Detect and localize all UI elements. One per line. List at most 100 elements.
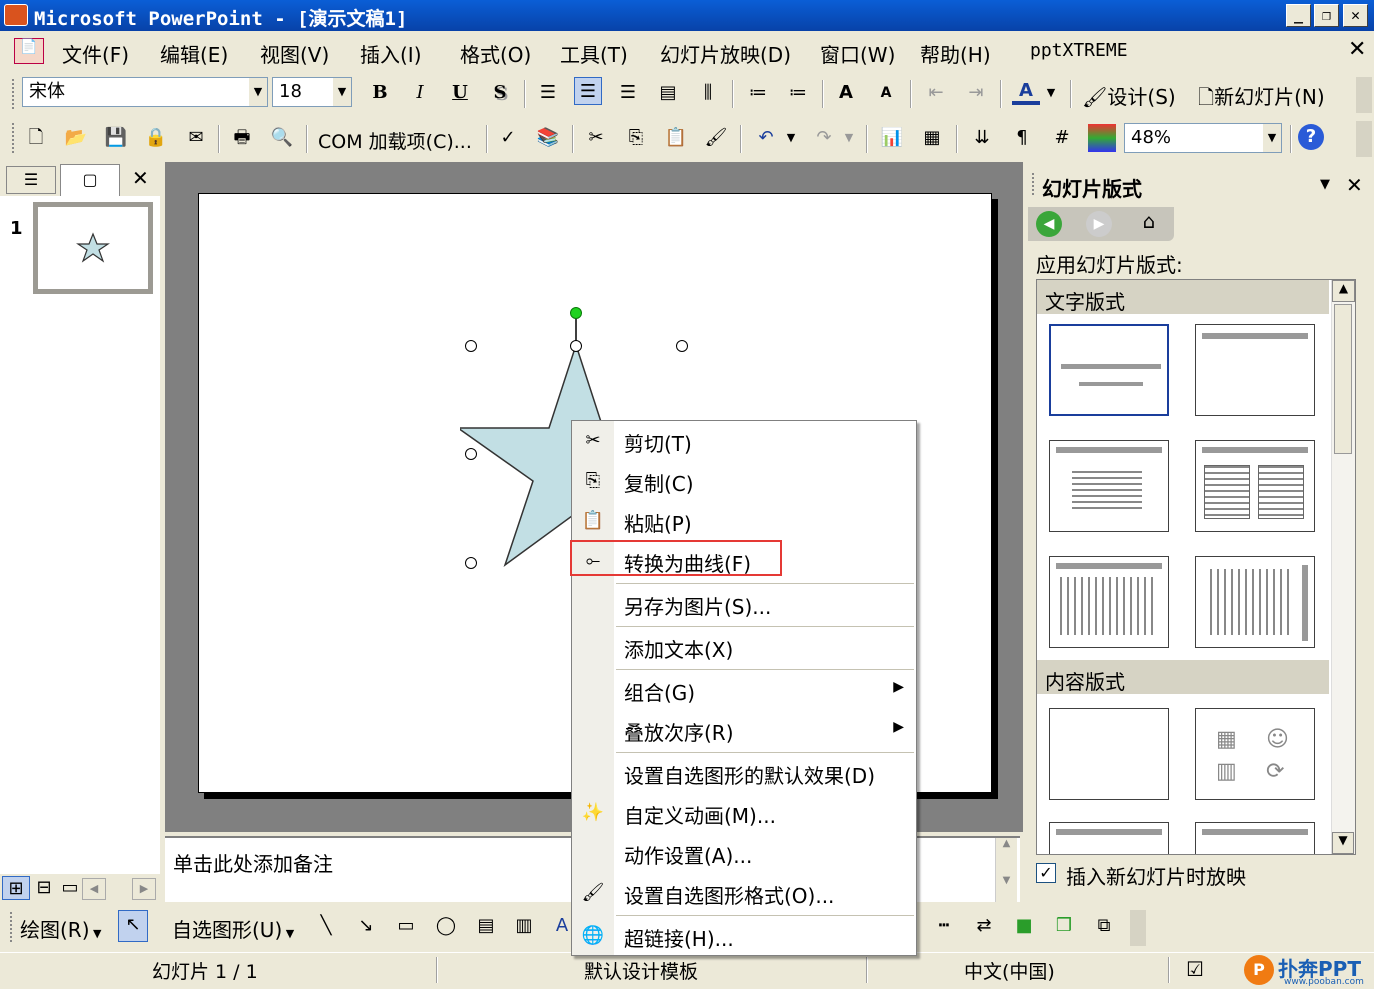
decrease-font-icon[interactable]: A: [872, 79, 900, 107]
scroll-down-icon[interactable]: ▼: [996, 875, 1017, 886]
layout-gallery[interactable]: 文字版式 内容版式 ▦ ☺ ▥ ⟳ ▲ ▼: [1036, 279, 1356, 855]
increase-font-icon[interactable]: A: [832, 79, 860, 107]
scroll-thumb[interactable]: [1334, 304, 1352, 454]
spelling-status-icon[interactable]: ☑: [1186, 957, 1204, 981]
textbox-icon[interactable]: ▤: [472, 912, 500, 940]
rectangle-icon[interactable]: ▭: [392, 912, 420, 940]
font-color-icon[interactable]: A: [1012, 77, 1040, 105]
layout-title-text[interactable]: [1049, 440, 1169, 532]
new-slide-button[interactable]: 🗋新幻灯片(N): [1198, 81, 1325, 117]
resize-handle[interactable]: [676, 340, 688, 352]
undo-icon[interactable]: ↶: [752, 124, 780, 152]
autoshapes-menu-button[interactable]: 自选图形(U) ▼: [172, 914, 294, 943]
powerpoint-app-icon[interactable]: [4, 4, 28, 26]
show-formatting-icon[interactable]: ¶: [1008, 124, 1036, 152]
layout-blank[interactable]: [1049, 708, 1169, 800]
expand-all-icon[interactable]: ⇊: [968, 124, 996, 152]
menu-item-format-autoshape[interactable]: 🖌 设置自选图形格式(O)...: [572, 874, 916, 912]
back-icon[interactable]: ◀: [1036, 211, 1062, 237]
menu-item-copy[interactable]: ⎘ 复制(C): [572, 462, 916, 500]
italic-button[interactable]: I: [406, 79, 434, 107]
scroll-left-icon[interactable]: ◀: [82, 878, 106, 900]
pane-grip[interactable]: [1032, 173, 1036, 195]
show-on-insert-checkbox[interactable]: ✓: [1036, 863, 1056, 883]
notes-scrollbar[interactable]: ▲ ▼: [995, 838, 1017, 902]
chevron-down-icon[interactable]: ▼: [782, 124, 800, 152]
shadow-button[interactable]: S: [486, 79, 514, 107]
resize-handle[interactable]: [465, 448, 477, 460]
menu-file[interactable]: 文件(F): [62, 39, 129, 68]
connector-icon[interactable]: ⧉: [1090, 912, 1118, 940]
resize-handle[interactable]: [570, 340, 582, 352]
copy-icon[interactable]: ⎘: [622, 124, 650, 152]
text-direction-icon[interactable]: ⫼: [694, 79, 722, 107]
research-icon[interactable]: 📚: [534, 124, 562, 152]
format-painter-icon[interactable]: 🖌: [702, 124, 730, 152]
resize-handle[interactable]: [465, 557, 477, 569]
layout-content[interactable]: ▦ ☺ ▥ ⟳: [1195, 708, 1315, 800]
layout-title-content[interactable]: [1049, 822, 1169, 854]
cut-icon[interactable]: ✂: [582, 124, 610, 152]
menu-item-order[interactable]: 叠放次序(R) ▶: [572, 711, 916, 749]
oval-icon[interactable]: ◯: [432, 912, 460, 940]
draw-menu-button[interactable]: 绘图(R) ▼: [20, 914, 101, 943]
slide-thumbnail[interactable]: [33, 202, 153, 294]
chevron-down-icon[interactable]: ▼: [1320, 177, 1330, 192]
restore-button[interactable]: ❐: [1314, 4, 1339, 27]
color-grayscale-icon[interactable]: [1088, 124, 1116, 152]
save-icon[interactable]: 💾: [102, 124, 130, 152]
chevron-down-icon[interactable]: ▼: [249, 78, 267, 106]
layout-title-slide[interactable]: [1049, 324, 1169, 416]
design-button[interactable]: 🖌设计(S): [1082, 81, 1176, 110]
menu-item-save-as-picture[interactable]: 另存为图片(S)...: [572, 585, 916, 623]
shadow-style-icon[interactable]: ■: [1010, 912, 1038, 940]
menu-item-action-settings[interactable]: 动作设置(A)...: [572, 834, 916, 872]
zoom-combo[interactable]: 48% ▼: [1124, 123, 1282, 153]
menu-tools[interactable]: 工具(T): [560, 39, 628, 68]
rotation-handle[interactable]: [570, 307, 582, 319]
permission-icon[interactable]: 🔒: [142, 124, 170, 152]
bold-button[interactable]: B: [366, 79, 394, 107]
dash-style-icon[interactable]: ┅: [930, 912, 958, 940]
close-button[interactable]: ✕: [1343, 4, 1368, 27]
underline-button[interactable]: U: [446, 79, 474, 107]
chart-icon[interactable]: 📊: [878, 124, 906, 152]
scroll-up-icon[interactable]: ▲: [1332, 280, 1355, 302]
grid-icon[interactable]: #: [1048, 124, 1076, 152]
outline-tab[interactable]: ☰: [6, 166, 56, 194]
chevron-down-icon[interactable]: ▼: [840, 124, 858, 152]
forward-icon[interactable]: ▶: [1086, 211, 1112, 237]
scroll-up-icon[interactable]: ▲: [996, 838, 1017, 849]
menu-item-set-default-effect[interactable]: 设置自选图形的默认效果(D): [572, 754, 916, 792]
select-arrow-icon[interactable]: ↖: [118, 910, 148, 942]
open-folder-icon[interactable]: 📂: [62, 124, 90, 152]
gallery-scrollbar[interactable]: ▲ ▼: [1331, 280, 1355, 854]
help-icon[interactable]: ?: [1298, 124, 1324, 150]
align-left-icon[interactable]: ☰: [534, 79, 562, 107]
layout-vertical-text[interactable]: [1049, 556, 1169, 648]
slideshow-view-icon[interactable]: ▭: [56, 876, 84, 900]
notes-placeholder[interactable]: 单击此处添加备注: [173, 848, 333, 877]
minimize-button[interactable]: _: [1286, 4, 1311, 27]
menu-item-paste[interactable]: 📋 粘贴(P): [572, 502, 916, 540]
menu-item-add-text[interactable]: 添加文本(X): [572, 628, 916, 666]
slides-tab[interactable]: ▢: [60, 164, 120, 196]
toolbar-options-icon[interactable]: [1356, 121, 1372, 157]
new-document-icon[interactable]: 🗋: [22, 124, 50, 152]
com-addins-button[interactable]: COM 加载项(C)...: [318, 127, 472, 154]
decrease-indent-icon[interactable]: ⇤: [922, 79, 950, 107]
chevron-down-icon[interactable]: ▼: [333, 78, 351, 106]
menu-insert[interactable]: 插入(I): [360, 39, 422, 68]
font-size-combo[interactable]: 18 ▼: [272, 77, 352, 107]
menu-view[interactable]: 视图(V): [260, 39, 329, 68]
increase-indent-icon[interactable]: ⇥: [962, 79, 990, 107]
spelling-icon[interactable]: ✓: [494, 124, 522, 152]
align-center-icon[interactable]: ☰: [574, 77, 602, 105]
menu-slideshow[interactable]: 幻灯片放映(D): [660, 39, 791, 68]
slide-sorter-icon[interactable]: ⊟: [30, 876, 58, 900]
layout-title-only[interactable]: [1195, 324, 1315, 416]
distribute-icon[interactable]: ▤: [654, 79, 682, 107]
close-pane-icon[interactable]: ✕: [132, 166, 149, 190]
close-document-icon[interactable]: ✕: [1348, 37, 1366, 62]
font-combo[interactable]: 宋体 ▼: [22, 77, 268, 107]
